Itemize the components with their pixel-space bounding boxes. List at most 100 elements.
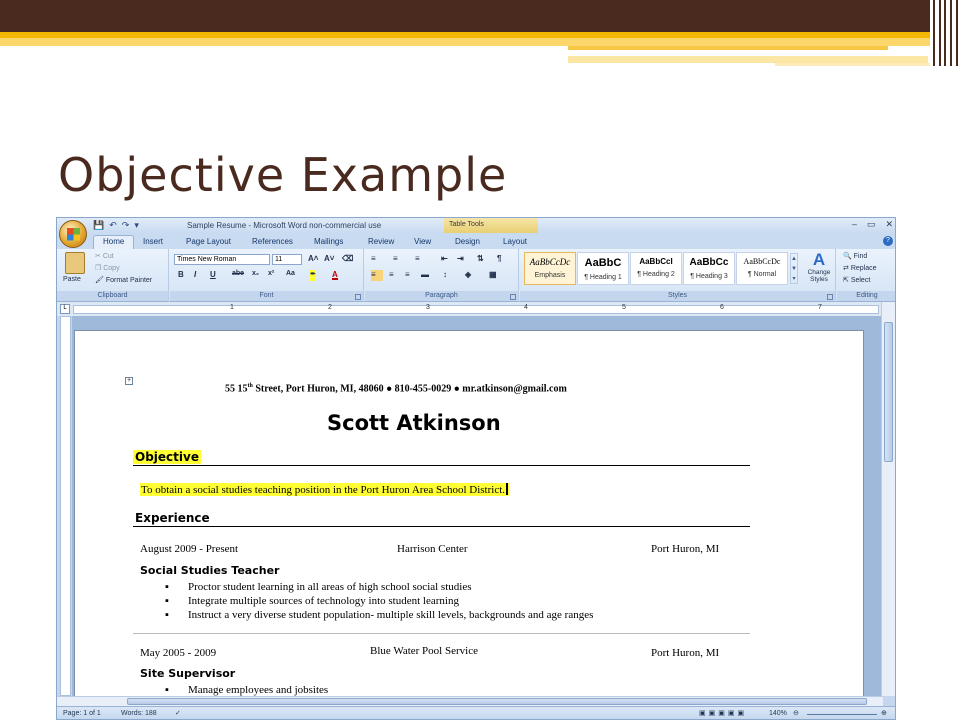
minimize-button[interactable]: – xyxy=(852,219,857,230)
proofing-icon[interactable]: ✓ xyxy=(175,709,181,717)
tab-layout[interactable]: Layout xyxy=(503,235,527,249)
style-heading-2[interactable]: AaBbCcI ¶ Heading 2 xyxy=(630,252,682,285)
maximize-button[interactable]: ▭ xyxy=(867,219,876,230)
change-case-button[interactable]: Aa xyxy=(286,270,295,281)
justify-icon[interactable]: ▬ xyxy=(421,270,429,281)
ruler-number: 3 xyxy=(426,304,430,311)
styles-dialog-launcher-icon[interactable] xyxy=(827,294,833,300)
horizontal-scrollbar[interactable] xyxy=(57,696,883,706)
font-dialog-launcher-icon[interactable] xyxy=(355,294,361,300)
align-right-icon[interactable]: ≡ xyxy=(405,270,410,281)
bold-button[interactable]: B xyxy=(178,270,184,281)
line-spacing-icon[interactable]: ↕ xyxy=(443,270,447,281)
replace-button[interactable]: ⇄ Replace xyxy=(843,264,877,272)
contact-line: 55 15th Street, Port Huron, MI, 48060 ● … xyxy=(225,383,567,394)
redo-icon[interactable]: ↷ xyxy=(122,220,130,231)
clear-formatting-button[interactable]: ⌫ xyxy=(342,254,353,265)
subscript-button[interactable]: x₂ xyxy=(252,270,259,281)
vertical-scrollbar[interactable] xyxy=(881,302,895,696)
style-heading-1[interactable]: AaBbC ¶ Heading 1 xyxy=(577,252,629,285)
list-item: Manage employees and jobsites xyxy=(165,684,328,696)
tab-view[interactable]: View xyxy=(414,235,431,249)
horizontal-ruler-row: L 1 2 3 4 5 6 7 xyxy=(57,302,895,316)
qat-dropdown-icon[interactable]: ▾ xyxy=(134,220,139,231)
zoom-in-icon[interactable]: ⊕ xyxy=(881,709,887,717)
word-window: 💾 ↶ ↷ ▾ Sample Resume - Microsoft Word n… xyxy=(56,217,896,720)
ruler-number: 5 xyxy=(622,304,626,311)
italic-button[interactable]: I xyxy=(194,270,196,281)
tab-page-layout[interactable]: Page Layout xyxy=(186,235,231,249)
copy-button[interactable]: ❐ Copy xyxy=(95,264,120,272)
paste-button[interactable]: Paste xyxy=(63,276,81,283)
align-left-icon[interactable]: ≡ xyxy=(371,270,383,281)
scrollbar-thumb[interactable] xyxy=(127,698,867,705)
show-formatting-icon[interactable]: ¶ xyxy=(497,254,501,265)
tab-insert[interactable]: Insert xyxy=(143,235,163,249)
document-area[interactable]: + 55 15th Street, Port Huron, MI, 48060 … xyxy=(72,316,882,696)
tab-design[interactable]: Design xyxy=(455,235,480,249)
style-heading-3[interactable]: AaBbCc ¶ Heading 3 xyxy=(683,252,735,285)
format-painter-label: Format Painter xyxy=(105,277,153,284)
find-button[interactable]: 🔍 Find xyxy=(843,252,867,260)
view-buttons[interactable]: ▣▣▣▣▣ xyxy=(699,709,747,717)
select-button[interactable]: ⇱ Select xyxy=(843,276,870,284)
divider xyxy=(133,633,750,634)
change-styles-button[interactable]: A Change Styles xyxy=(804,251,834,284)
numbering-icon[interactable]: ≡ xyxy=(393,254,398,265)
style-emphasis[interactable]: AaBbCcDc Emphasis xyxy=(524,252,576,285)
zoom-slider[interactable] xyxy=(807,714,877,715)
editing-group-label: Editing xyxy=(837,291,895,301)
align-center-icon[interactable]: ≡ xyxy=(389,270,394,281)
ruler-number: 2 xyxy=(328,304,332,311)
style-normal[interactable]: AaBbCcDc ¶ Normal xyxy=(736,252,788,285)
font-size-select[interactable]: 11 xyxy=(272,254,302,265)
slide-accent-stripe xyxy=(568,56,928,63)
document-page[interactable]: + 55 15th Street, Port Huron, MI, 48060 … xyxy=(74,330,864,696)
font-family-select[interactable]: Times New Roman xyxy=(174,254,270,265)
style-name: ¶ Heading 3 xyxy=(690,273,728,280)
tab-home[interactable]: Home xyxy=(93,235,135,249)
styles-scroll-icon[interactable]: ▲ ▼ ▾ xyxy=(790,253,798,284)
undo-icon[interactable]: ↶ xyxy=(109,220,117,231)
cut-button[interactable]: ✂ Cut xyxy=(95,252,114,260)
strikethrough-button[interactable]: abe xyxy=(232,270,244,281)
decrease-indent-icon[interactable]: ⇤ xyxy=(441,254,448,265)
paste-icon[interactable] xyxy=(65,252,85,274)
vertical-ruler[interactable] xyxy=(60,316,71,696)
superscript-button[interactable]: x² xyxy=(268,270,274,281)
save-icon[interactable]: 💾 xyxy=(93,220,104,231)
borders-icon[interactable]: ▦ xyxy=(489,270,497,281)
sort-icon[interactable]: ⇅ xyxy=(477,254,484,265)
paragraph-dialog-launcher-icon[interactable] xyxy=(510,294,516,300)
office-button[interactable] xyxy=(59,220,87,248)
font-color-button[interactable]: A xyxy=(332,270,338,280)
zoom-out-icon[interactable]: ⊖ xyxy=(793,709,799,717)
tab-selector-icon[interactable]: L xyxy=(60,304,70,314)
horizontal-ruler[interactable] xyxy=(73,305,879,314)
multilevel-list-icon[interactable]: ≡ xyxy=(415,254,420,265)
zoom-level[interactable]: 140% xyxy=(769,710,787,717)
styles-group: AaBbCcDc Emphasis AaBbC ¶ Heading 1 AaBb… xyxy=(520,249,836,302)
grow-font-button[interactable]: A˄ xyxy=(308,254,318,265)
increase-indent-icon[interactable]: ⇥ xyxy=(457,254,464,265)
job-title: Social Studies Teacher xyxy=(140,564,280,577)
underline-button[interactable]: U xyxy=(210,270,216,281)
style-preview: AaBbCcI xyxy=(639,257,673,266)
tab-references[interactable]: References xyxy=(252,235,293,249)
ruler-number: 6 xyxy=(720,304,724,311)
page-count[interactable]: Page: 1 of 1 xyxy=(63,710,101,717)
office-logo-icon xyxy=(66,227,80,241)
table-move-handle-icon[interactable]: + xyxy=(125,377,133,385)
help-icon[interactable]: ? xyxy=(883,236,893,246)
tab-review[interactable]: Review xyxy=(368,235,394,249)
shading-icon[interactable]: ◈ xyxy=(465,270,471,281)
word-count[interactable]: Words: 188 xyxy=(121,710,157,717)
scrollbar-thumb[interactable] xyxy=(884,322,893,462)
address-text: 55 15 xyxy=(225,383,248,395)
bullets-icon[interactable]: ≡ xyxy=(371,254,376,265)
close-button[interactable]: ✕ xyxy=(885,219,893,230)
tab-mailings[interactable]: Mailings xyxy=(314,235,343,249)
format-painter-button[interactable]: 🖌 Format Painter xyxy=(95,276,152,284)
shrink-font-button[interactable]: A˅ xyxy=(324,254,334,265)
highlight-icon[interactable]: ✒ xyxy=(310,270,316,281)
